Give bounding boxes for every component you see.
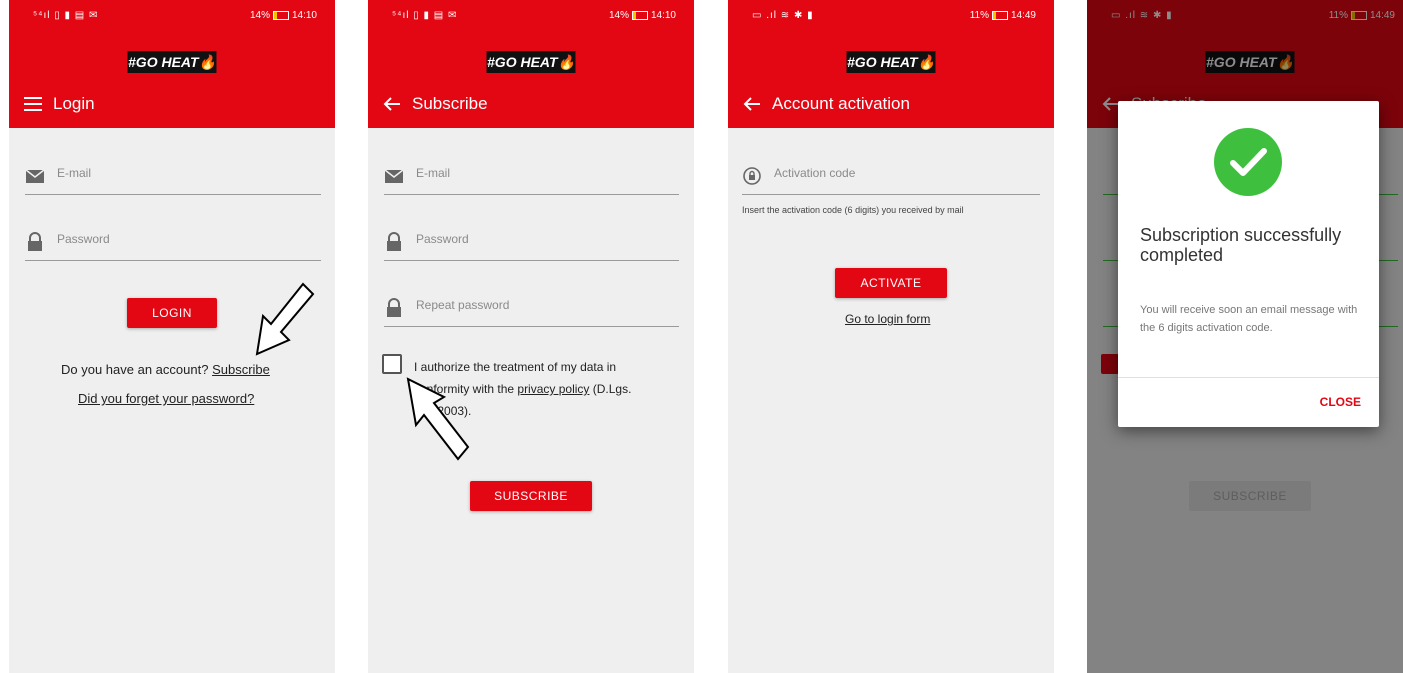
status-bar: ⁵⁴ıl ▯ ▮ ▤ ✉ 14% 14:10 bbox=[368, 10, 694, 26]
repeat-password-field[interactable]: Repeat password bbox=[384, 292, 679, 327]
password-placeholder: Password bbox=[57, 232, 110, 246]
account-prompt: Do you have an account? Subscribe bbox=[61, 362, 270, 377]
toolbar: Subscribe bbox=[368, 84, 694, 124]
activation-screen: ▭ .ıl ≋ ✱ ▮ 11% 14:49 #GO HEAT🔥 Account a… bbox=[728, 0, 1054, 673]
password-field[interactable]: Password bbox=[384, 226, 679, 261]
status-right: 11% 14:49 bbox=[969, 10, 1036, 21]
status-icons: ⁵⁴ıl ▯ ▮ ▤ ✉ bbox=[392, 10, 458, 21]
mail-icon bbox=[25, 169, 45, 183]
email-placeholder: E-mail bbox=[416, 166, 451, 180]
app-bar: ⁵⁴ıl ▯ ▮ ▤ ✉ 14% 14:10 #GO HEAT🔥 Subscrib… bbox=[368, 0, 694, 128]
pointer-arrow-icon bbox=[406, 377, 470, 461]
activation-hint: Insert the activation code (6 digits) yo… bbox=[742, 205, 964, 215]
toolbar: Account activation bbox=[728, 84, 1054, 124]
email-field[interactable]: E-mail bbox=[25, 160, 321, 195]
lock-icon bbox=[387, 298, 401, 317]
dialog-title: Subscription successfully completed bbox=[1140, 225, 1342, 265]
email-placeholder: E-mail bbox=[57, 166, 92, 180]
status-right: 14% 14:10 bbox=[249, 10, 317, 21]
app-bar: ▭ .ıl ≋ ✱ ▮ 11% 14:49 #GO HEAT🔥 Account a… bbox=[728, 0, 1054, 128]
toolbar: Login bbox=[9, 84, 335, 124]
battery-icon bbox=[272, 10, 289, 20]
menu-icon[interactable] bbox=[21, 92, 45, 116]
app-logo: #GO HEAT🔥 bbox=[486, 51, 576, 73]
close-button[interactable]: CLOSE bbox=[1320, 395, 1361, 409]
page-title: Account activation bbox=[772, 94, 910, 113]
status-icons: ⁵⁴ıl ▯ ▮ ▤ ✉ bbox=[33, 10, 99, 21]
success-screen: ▭ .ıl ≋ ✱ ▮ 11% 14:49 #GO HEAT🔥 Subscribe… bbox=[1087, 0, 1403, 673]
pointer-arrow-icon bbox=[255, 282, 315, 356]
dialog-divider bbox=[1118, 377, 1379, 378]
status-right: 14% 14:10 bbox=[608, 10, 676, 21]
password-field[interactable]: Password bbox=[25, 226, 321, 261]
subscribe-screen: ⁵⁴ıl ▯ ▮ ▤ ✉ 14% 14:10 #GO HEAT🔥 Subscrib… bbox=[368, 0, 694, 673]
page-title: Subscribe bbox=[412, 94, 488, 113]
subscribe-link[interactable]: Subscribe bbox=[212, 362, 270, 377]
activation-code-field[interactable]: Activation code bbox=[742, 160, 1040, 195]
forgot-password-link[interactable]: Did you forget your password? bbox=[78, 391, 254, 406]
password-placeholder: Password bbox=[416, 232, 469, 246]
flame-icon: 🔥 bbox=[557, 54, 575, 70]
battery-icon bbox=[991, 10, 1008, 20]
app-logo: #GO HEAT🔥 bbox=[846, 51, 936, 73]
back-arrow-icon[interactable] bbox=[380, 92, 404, 116]
activation-code-placeholder: Activation code bbox=[774, 166, 856, 180]
status-icons: ▭ .ıl ≋ ✱ ▮ bbox=[752, 10, 814, 21]
activate-button[interactable]: ACTIVATE bbox=[835, 268, 947, 298]
email-field[interactable]: E-mail bbox=[384, 160, 679, 195]
activation-icon bbox=[743, 167, 761, 185]
success-dialog: Subscription successfully completed You … bbox=[1118, 101, 1379, 427]
go-to-login-link[interactable]: Go to login form bbox=[845, 312, 930, 326]
mail-icon bbox=[384, 169, 404, 183]
status-bar: ▭ .ıl ≋ ✱ ▮ 11% 14:49 bbox=[728, 10, 1054, 26]
login-button[interactable]: LOGIN bbox=[127, 298, 217, 328]
lock-icon bbox=[28, 232, 42, 251]
login-screen: ⁵⁴ıl ▯ ▮ ▤ ✉ 14% 14:10 #GO HEAT🔥 Login E-… bbox=[9, 0, 335, 673]
privacy-policy-link[interactable]: privacy policy bbox=[517, 382, 589, 396]
status-bar: ⁵⁴ıl ▯ ▮ ▤ ✉ 14% 14:10 bbox=[9, 10, 335, 26]
flame-icon: 🔥 bbox=[917, 54, 935, 70]
back-arrow-icon[interactable] bbox=[740, 92, 764, 116]
flame-icon: 🔥 bbox=[198, 54, 216, 70]
checkmark-icon bbox=[1214, 128, 1282, 196]
app-bar: ⁵⁴ıl ▯ ▮ ▤ ✉ 14% 14:10 #GO HEAT🔥 Login bbox=[9, 0, 335, 128]
dialog-body: You will receive soon an email message w… bbox=[1140, 304, 1358, 334]
subscribe-button[interactable]: SUBSCRIBE bbox=[470, 481, 592, 511]
page-title: Login bbox=[53, 94, 95, 113]
lock-icon bbox=[387, 232, 401, 251]
battery-icon bbox=[631, 10, 648, 20]
app-logo: #GO HEAT🔥 bbox=[127, 51, 217, 73]
consent-checkbox[interactable] bbox=[382, 354, 402, 374]
repeat-password-placeholder: Repeat password bbox=[416, 298, 510, 312]
